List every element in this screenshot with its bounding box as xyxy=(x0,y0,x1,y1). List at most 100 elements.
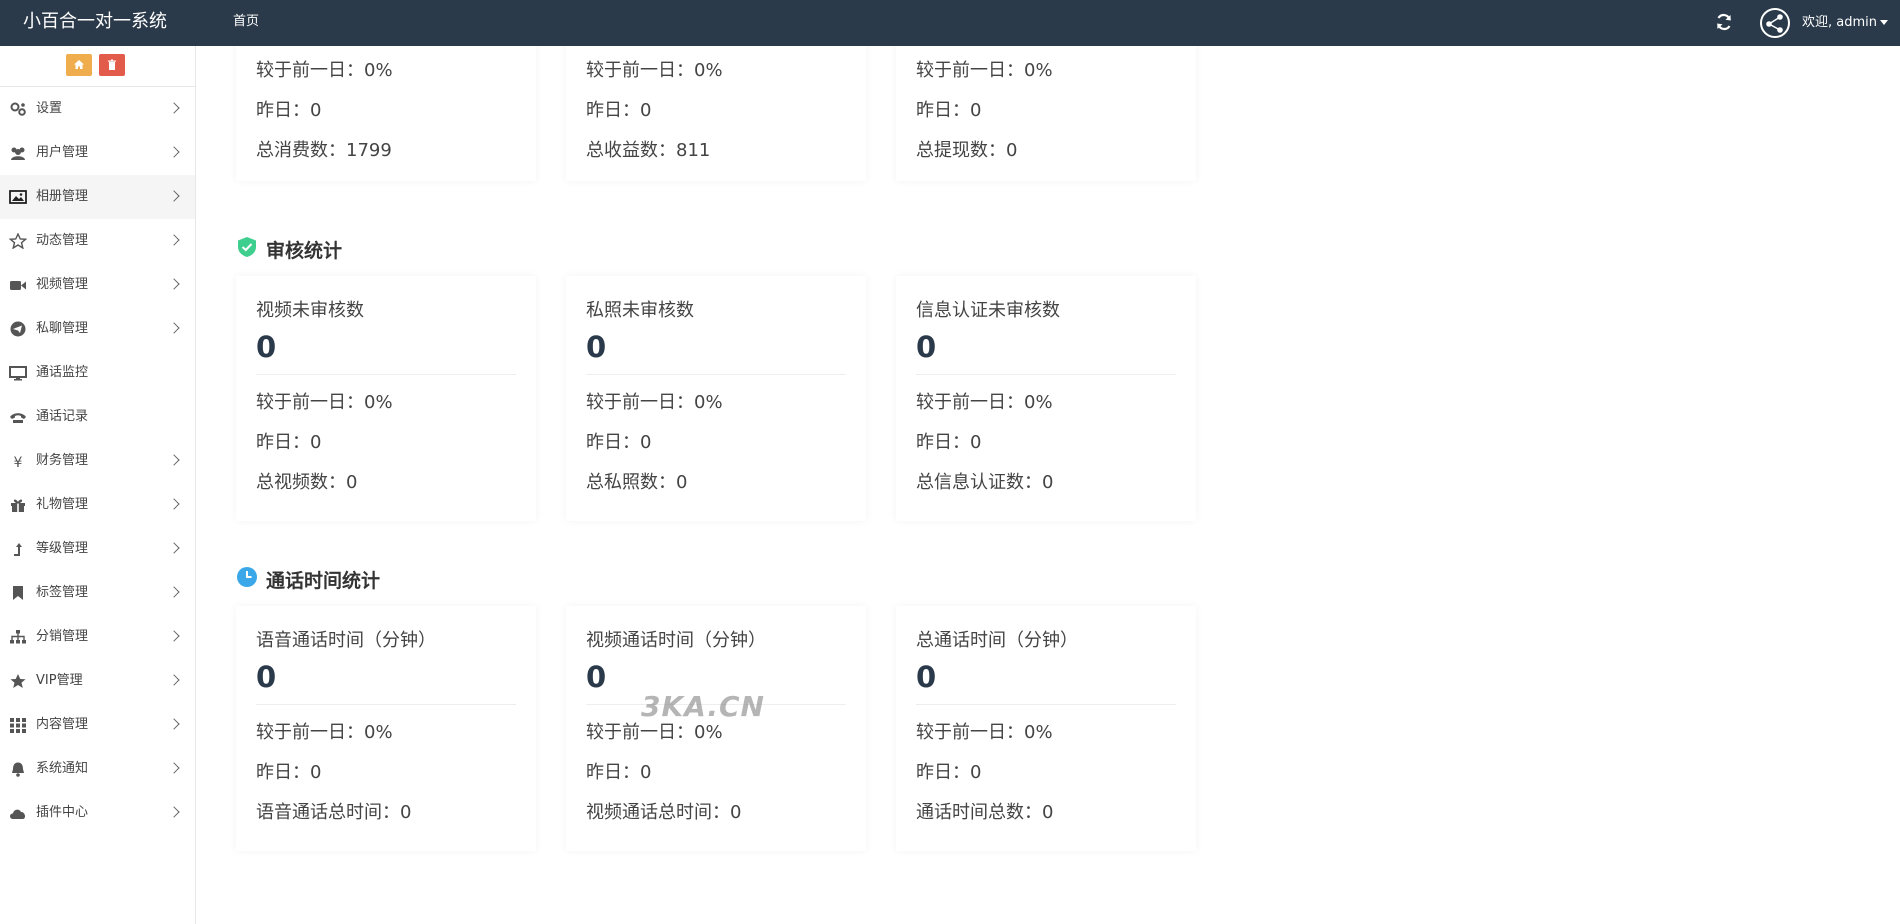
card-title: 私照未审核数 xyxy=(586,300,694,321)
sidebar-item-label: 用户管理 xyxy=(36,145,89,160)
total-text: 总消费数：1799 xyxy=(256,140,392,161)
chevron-right-icon xyxy=(168,190,180,202)
yesterday-text: 昨日：0 xyxy=(256,762,322,783)
sidebar-item-label: 插件中心 xyxy=(36,805,89,820)
grid-icon xyxy=(10,718,26,733)
trash-icon xyxy=(108,59,116,70)
yesterday-text: 昨日：0 xyxy=(256,100,322,121)
sidebar-item-label: 私聊管理 xyxy=(36,321,89,336)
yesterday-text: 昨日：0 xyxy=(916,762,982,783)
sidebar-item[interactable]: 插件中心 xyxy=(0,791,195,835)
refresh-icon[interactable] xyxy=(1714,12,1734,32)
users-icon xyxy=(11,147,25,160)
nav-home-link[interactable]: 首页 xyxy=(233,0,259,44)
star-icon xyxy=(10,674,26,688)
card-value: 0 xyxy=(586,330,607,364)
divider xyxy=(256,704,516,705)
sidebar-item-label: 内容管理 xyxy=(36,717,89,732)
sidebar-item-label: 礼物管理 xyxy=(36,497,89,512)
chevron-right-icon xyxy=(168,146,180,158)
sidebar-item[interactable]: 通话监控 xyxy=(0,351,195,395)
sidebar-item[interactable]: 礼物管理 xyxy=(0,483,195,527)
total-text: 语音通话总时间：0 xyxy=(256,802,412,823)
shield-check-icon xyxy=(238,237,256,257)
divider xyxy=(916,374,1176,375)
paper-plane-icon xyxy=(10,321,26,337)
sidebar-item-label: 系统通知 xyxy=(36,761,89,776)
chevron-right-icon xyxy=(168,674,180,686)
user-menu[interactable]: 欢迎, admin xyxy=(1802,0,1888,46)
divider xyxy=(916,704,1176,705)
sidebar-item-label: 设置 xyxy=(36,101,63,116)
level-up-icon xyxy=(14,543,22,556)
total-text: 通话时间总数：0 xyxy=(916,802,1054,823)
compare-text: 较于前一日：0% xyxy=(256,392,393,413)
home-button[interactable] xyxy=(66,54,92,76)
svg-text:¥: ¥ xyxy=(14,455,23,469)
chevron-right-icon xyxy=(168,454,180,466)
compare-text: 较于前一日：0% xyxy=(586,60,723,81)
card-title: 语音通话时间（分钟） xyxy=(256,630,436,651)
sidebar-item[interactable]: 分销管理 xyxy=(0,615,195,659)
yesterday-text: 昨日：0 xyxy=(916,100,982,121)
sidebar-item[interactable]: 相册管理 xyxy=(0,175,195,219)
yesterday-text: 昨日：0 xyxy=(586,432,652,453)
compare-text: 较于前一日：0% xyxy=(256,722,393,743)
call-time-section-title: 通话时间统计 xyxy=(266,570,381,592)
card-title: 视频未审核数 xyxy=(256,300,364,321)
card-value: 0 xyxy=(916,660,937,694)
sidebar-item[interactable]: 等级管理 xyxy=(0,527,195,571)
compare-text: 较于前一日：0% xyxy=(916,60,1053,81)
gift-icon xyxy=(11,499,25,512)
sidebar-item-label: 标签管理 xyxy=(36,585,89,600)
chevron-right-icon xyxy=(168,102,180,114)
star-outline-icon xyxy=(9,233,27,249)
sidebar-item[interactable]: ¥ 财务管理 xyxy=(0,439,195,483)
sidebar-item[interactable]: VIP管理 xyxy=(0,659,195,703)
card-title: 总通话时间（分钟） xyxy=(916,630,1078,651)
sidebar-item[interactable]: 私聊管理 xyxy=(0,307,195,351)
gears-icon xyxy=(10,102,26,116)
chevron-right-icon xyxy=(168,234,180,246)
sidebar-item-label: 等级管理 xyxy=(36,541,89,556)
compare-text: 较于前一日：0% xyxy=(586,392,723,413)
sidebar-item[interactable]: 动态管理 xyxy=(0,219,195,263)
compare-text: 较于前一日：0% xyxy=(916,722,1053,743)
sidebar-item-label: 分销管理 xyxy=(36,629,89,644)
sidebar-item[interactable]: 用户管理 xyxy=(0,131,195,175)
sidebar-item-label: 相册管理 xyxy=(36,189,89,204)
consumption-card: 较于前一日：0% 昨日：0 总消费数：1799 xyxy=(236,46,536,181)
caret-down-icon xyxy=(1880,20,1888,25)
cloud-icon xyxy=(10,809,26,819)
card-value: 0 xyxy=(586,660,607,694)
divider xyxy=(256,374,516,375)
dashboard-main: 较于前一日：0% 昨日：0 总消费数：1799 较于前一日：0% 昨日：0 总收… xyxy=(196,46,1900,924)
yesterday-text: 昨日：0 xyxy=(586,762,652,783)
yen-icon: ¥ xyxy=(14,455,23,469)
sidebar-item[interactable]: 系统通知 xyxy=(0,747,195,791)
bookmark-icon xyxy=(13,586,23,600)
avatar[interactable] xyxy=(1760,8,1790,38)
total-call-card: 总通话时间（分钟） 0 较于前一日：0% 昨日：0 通话时间总数：0 xyxy=(896,606,1196,851)
video-audit-card: 视频未审核数 0 较于前一日：0% 昨日：0 总视频数：0 xyxy=(236,276,536,521)
yesterday-text: 昨日：0 xyxy=(256,432,322,453)
sidebar-item[interactable]: 设置 xyxy=(0,87,195,131)
chevron-right-icon xyxy=(168,322,180,334)
clear-cache-button[interactable] xyxy=(99,54,125,76)
card-title: 视频通话时间（分钟） xyxy=(586,630,766,651)
yesterday-text: 昨日：0 xyxy=(916,432,982,453)
sidebar-item[interactable]: 视频管理 xyxy=(0,263,195,307)
chevron-right-icon xyxy=(168,630,180,642)
sidebar-item[interactable]: 标签管理 xyxy=(0,571,195,615)
sidebar-item-label: 动态管理 xyxy=(36,233,89,248)
sidebar-item[interactable]: 通话记录 xyxy=(0,395,195,439)
sidebar-item-label: 财务管理 xyxy=(36,453,89,468)
sitemap-icon xyxy=(10,630,26,644)
video-call-card: 视频通话时间（分钟） 0 较于前一日：0% 昨日：0 视频通话总时间：0 xyxy=(566,606,866,851)
compare-text: 较于前一日：0% xyxy=(916,392,1053,413)
sidebar-item[interactable]: 内容管理 xyxy=(0,703,195,747)
sidebar-item-label: 通话记录 xyxy=(36,409,89,424)
monitor-icon xyxy=(9,366,27,381)
app-title[interactable]: 小百合一对一系统 xyxy=(23,0,167,44)
sidebar-item-label: 视频管理 xyxy=(36,277,89,292)
